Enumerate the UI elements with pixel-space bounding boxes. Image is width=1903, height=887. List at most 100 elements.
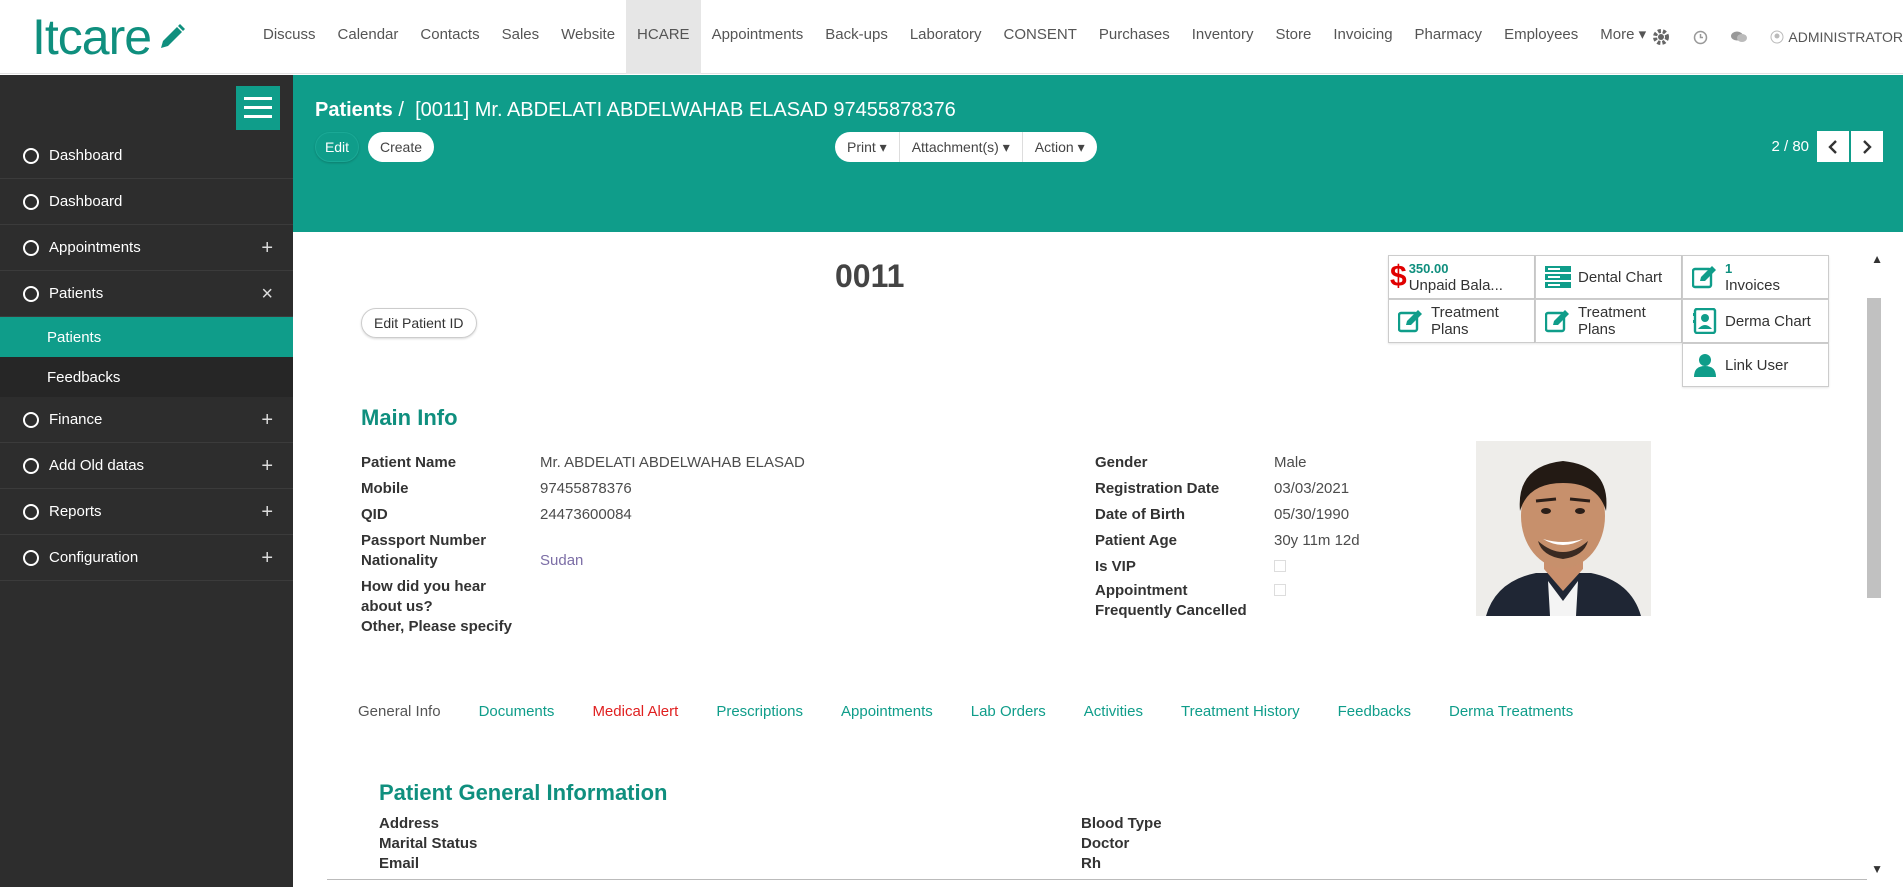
- invoices-button[interactable]: 1 Invoices: [1682, 255, 1829, 299]
- appointment-cancelled-checkbox[interactable]: [1274, 584, 1286, 596]
- tab-feedbacks[interactable]: Feedbacks: [1338, 703, 1411, 720]
- tab-prescriptions[interactable]: Prescriptions: [716, 703, 803, 720]
- tab-medical-alert[interactable]: Medical Alert: [592, 703, 678, 720]
- chat-icon[interactable]: [1730, 30, 1748, 44]
- menu-pharmacy[interactable]: Pharmacy: [1404, 0, 1494, 74]
- avatar-icon[interactable]: [1770, 30, 1784, 44]
- edit-button[interactable]: Edit: [315, 132, 359, 162]
- sidebar-item-add-old-datas[interactable]: Add Old datas +: [0, 443, 293, 489]
- sidebar-item-finance[interactable]: Finance +: [0, 397, 293, 443]
- tab-general-info[interactable]: General Info: [358, 703, 441, 720]
- circle-icon: [23, 411, 39, 428]
- clock-icon[interactable]: [1693, 30, 1708, 45]
- unpaid-balance-button[interactable]: $ 350.00 Unpaid Bala...: [1388, 255, 1535, 299]
- sidebar-item-appointments[interactable]: Appointments +: [0, 225, 293, 271]
- breadcrumb-root[interactable]: Patients: [315, 99, 393, 121]
- menu-calendar[interactable]: Calendar: [327, 0, 410, 74]
- patient-id-title: 0011: [835, 258, 905, 294]
- qid-value: 24473600084: [540, 506, 632, 523]
- is-vip-checkbox[interactable]: [1274, 560, 1286, 572]
- tab-derma-treatments[interactable]: Derma Treatments: [1449, 703, 1573, 720]
- appointment-cancelled-label-2: Frequently Cancelled: [1095, 602, 1247, 619]
- pager-next-button[interactable]: [1851, 131, 1883, 162]
- app-logo[interactable]: Itcare: [32, 12, 187, 62]
- sidebar-item-configuration[interactable]: Configuration +: [0, 535, 293, 581]
- menu-employees[interactable]: Employees: [1493, 0, 1589, 74]
- sidebar-item-dashboard[interactable]: Dashboard: [0, 133, 293, 179]
- menu-invoicing[interactable]: Invoicing: [1322, 0, 1403, 74]
- menu-purchases[interactable]: Purchases: [1088, 0, 1181, 74]
- menu-inventory[interactable]: Inventory: [1181, 0, 1265, 74]
- patient-photo[interactable]: [1476, 441, 1651, 616]
- sidebar-item-patients[interactable]: Patients ×: [0, 271, 293, 317]
- collapse-icon[interactable]: ×: [261, 283, 273, 306]
- tab-treatment-history[interactable]: Treatment History: [1181, 703, 1300, 720]
- sidebar-item-label: Finance: [49, 411, 103, 428]
- sidebar: Dashboard Dashboard Appointments + Patien…: [0, 75, 293, 887]
- breadcrumb-current: [0011] Mr. ABDELATI ABDELWAHAB ELASAD 97…: [415, 99, 956, 121]
- chevron-right-icon: [1863, 139, 1872, 154]
- treatment-plans-button-2[interactable]: Treatment Plans: [1535, 299, 1682, 343]
- tab-documents[interactable]: Documents: [479, 703, 555, 720]
- scroll-up-arrow-icon[interactable]: ▲: [1871, 252, 1883, 266]
- chevron-left-icon: [1828, 139, 1837, 154]
- expand-icon[interactable]: +: [261, 501, 273, 524]
- expand-icon[interactable]: +: [261, 409, 273, 432]
- dob-value: 05/30/1990: [1274, 506, 1350, 523]
- link-user-button[interactable]: Link User: [1682, 343, 1829, 387]
- registration-date-label: Registration Date: [1095, 480, 1220, 497]
- menu-website[interactable]: Website: [550, 0, 626, 74]
- user-name[interactable]: ADMINISTRATOR: [1788, 29, 1903, 45]
- sidebar-subitem-feedbacks[interactable]: Feedbacks: [0, 357, 293, 397]
- edit-patient-id-button[interactable]: Edit Patient ID: [361, 308, 477, 338]
- expand-icon[interactable]: +: [261, 237, 273, 260]
- menu-laboratory[interactable]: Laboratory: [899, 0, 993, 74]
- expand-icon[interactable]: +: [261, 455, 273, 478]
- attachments-dropdown[interactable]: Attachment(s) ▾: [900, 132, 1023, 162]
- dental-chart-button[interactable]: Dental Chart: [1535, 255, 1682, 299]
- menu-appointments[interactable]: Appointments: [701, 0, 815, 74]
- notebook-tabs: General Info Documents Medical Alert Pre…: [358, 703, 1611, 720]
- treatment-plans-button[interactable]: Treatment Plans: [1388, 299, 1535, 343]
- unpaid-amount: 350.00: [1408, 261, 1449, 276]
- hamburger-menu-icon[interactable]: [236, 86, 280, 130]
- menu-discuss[interactable]: Discuss: [252, 0, 327, 74]
- circle-icon: [23, 503, 39, 520]
- action-dropdown[interactable]: Action ▾: [1023, 132, 1097, 162]
- circle-icon: [23, 147, 39, 164]
- scroll-down-arrow-icon[interactable]: ▼: [1871, 862, 1883, 876]
- sidebar-item-label: Reports: [49, 503, 102, 520]
- menu-consent[interactable]: CONSENT: [993, 0, 1088, 74]
- menu-hcare[interactable]: HCARE: [626, 0, 701, 74]
- expand-icon[interactable]: +: [261, 547, 273, 570]
- invoices-label: Invoices: [1725, 277, 1781, 294]
- registration-date-value: 03/03/2021: [1274, 480, 1350, 497]
- contact-card-icon: [1691, 308, 1719, 334]
- nationality-link[interactable]: Sudan: [540, 551, 583, 570]
- scrollbar-thumb[interactable]: [1867, 298, 1881, 598]
- menu-store[interactable]: Store: [1264, 0, 1322, 74]
- hear-about-label: How did you hear: [361, 578, 487, 595]
- menu-sales[interactable]: Sales: [491, 0, 551, 74]
- top-menu: Discuss Calendar Contacts Sales Website …: [252, 0, 1657, 74]
- patient-age-label: Patient Age: [1095, 532, 1177, 549]
- create-button[interactable]: Create: [368, 132, 434, 162]
- print-dropdown[interactable]: Print ▾: [835, 132, 900, 162]
- sidebar-item-dashboard-2[interactable]: Dashboard: [0, 179, 293, 225]
- pager-value[interactable]: 2 / 80: [1771, 138, 1809, 155]
- sidebar-item-reports[interactable]: Reports +: [0, 489, 293, 535]
- derma-chart-button[interactable]: Derma Chart: [1682, 299, 1829, 343]
- menu-backups[interactable]: Back-ups: [814, 0, 899, 74]
- circle-icon: [23, 457, 39, 474]
- tab-lab-orders[interactable]: Lab Orders: [971, 703, 1046, 720]
- tab-appointments[interactable]: Appointments: [841, 703, 933, 720]
- is-vip-label: Is VIP: [1095, 558, 1136, 575]
- gear-icon[interactable]: [1651, 27, 1671, 47]
- tab-activities[interactable]: Activities: [1084, 703, 1143, 720]
- pager-previous-button[interactable]: [1817, 131, 1849, 162]
- menu-contacts[interactable]: Contacts: [409, 0, 490, 74]
- sidebar-subitem-patients[interactable]: Patients: [0, 317, 293, 357]
- rh-label: Rh: [1081, 855, 1101, 872]
- other-specify-label: Other, Please specify: [361, 618, 512, 635]
- circle-icon: [23, 239, 39, 256]
